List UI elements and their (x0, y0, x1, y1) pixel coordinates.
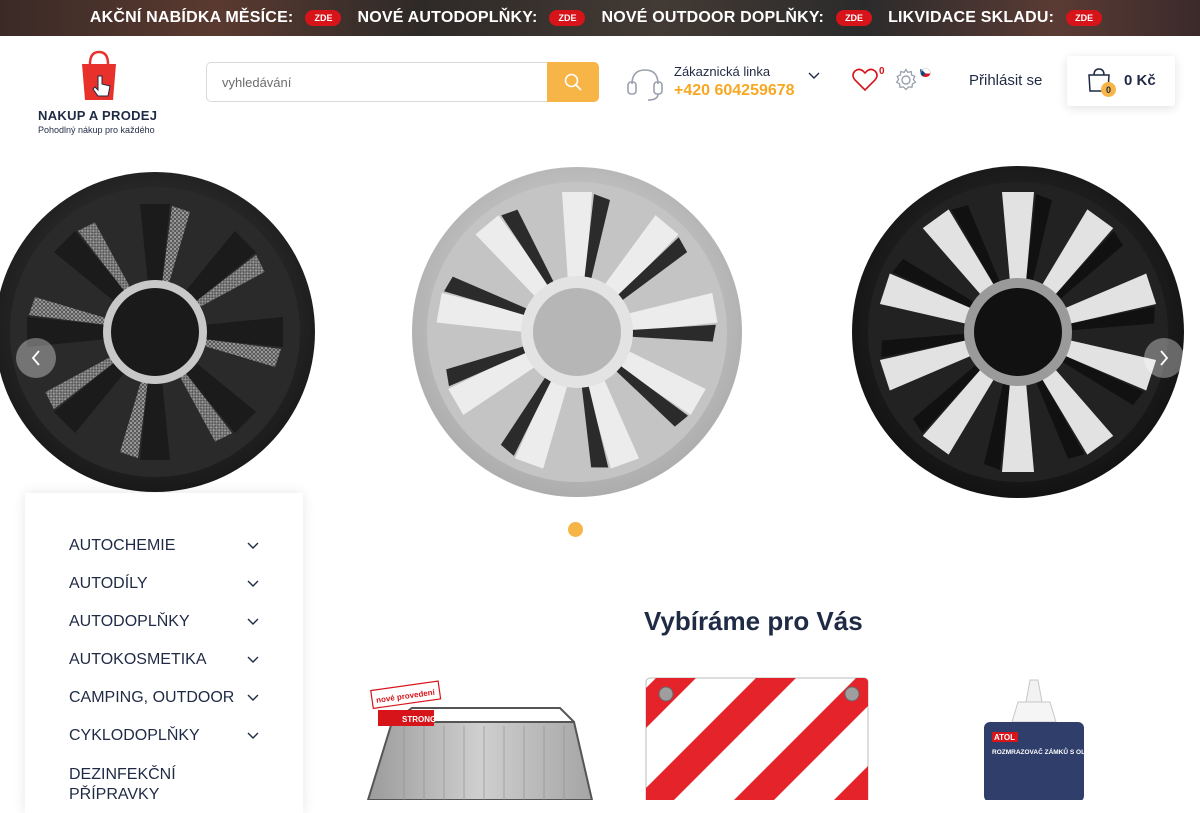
product-card-warning-plate[interactable] (642, 672, 872, 800)
cart-count-badge: 0 (1101, 82, 1116, 97)
category-label[interactable]: AUTODÍLY (69, 575, 148, 592)
chevron-down-icon[interactable] (247, 694, 259, 702)
promo-badge[interactable]: ZDE (1066, 10, 1103, 26)
promo-badge[interactable]: ZDE (305, 10, 342, 26)
site-header: NAKUP A PRODEJ Pohodlný nákup pro každéh… (0, 36, 1200, 146)
chevron-down-icon[interactable] (247, 542, 259, 550)
search-button[interactable] (547, 62, 599, 102)
promo-badge[interactable]: ZDE (549, 10, 586, 26)
category-label[interactable]: DEZINFEKČNÍ PŘÍPRAVKY (69, 766, 176, 803)
promo-text[interactable]: NOVÉ OUTDOOR DOPLŇKY: (601, 9, 824, 27)
section-title: Vybíráme pro Vás (644, 606, 863, 636)
category-sidebar: AUTOCHEMIE AUTODÍLY AUTODOPLŇKY AUTOKOSM… (25, 493, 303, 813)
logo-subtitle: Pohodlný nákup pro každého (38, 125, 155, 135)
slider-next-button[interactable] (1144, 338, 1184, 378)
product-sub-text: STRONG (402, 715, 436, 724)
category-label[interactable]: CAMPING, OUTDOOR (69, 689, 234, 706)
search-icon (564, 73, 582, 91)
cart-button[interactable]: 0 0 Kč (1067, 56, 1175, 106)
promo-text[interactable]: NOVÉ AUTODOPLŇKY: (357, 9, 537, 27)
promo-item-clearance[interactable]: LIKVIDACE SKLADU: ZDE (888, 9, 1110, 27)
support-phone[interactable]: +420 604259678 (674, 82, 795, 100)
gear-icon (895, 68, 917, 91)
promo-badge[interactable]: ZDE (836, 10, 873, 26)
promo-item-monthly-offer[interactable]: AKČNÍ NABÍDKA MĚSÍCE: ZDE (90, 9, 350, 27)
settings-button[interactable] (894, 68, 934, 98)
wheel-cover-image-black-carbon[interactable] (0, 164, 320, 494)
product-card-sunshade[interactable]: nové provedení STRONG (364, 672, 594, 800)
search-input[interactable] (206, 62, 547, 102)
wishlist-button[interactable]: 0 (852, 66, 888, 98)
category-item-autodoplnky[interactable]: AUTODOPLŇKY (69, 613, 269, 631)
chevron-down-icon[interactable] (247, 656, 259, 664)
promo-bar: AKČNÍ NABÍDKA MĚSÍCE: ZDE NOVÉ AUTODOPLŇ… (0, 0, 1200, 36)
shopping-bag-logo-icon (82, 50, 116, 100)
logo-title: NAKUP A PRODEJ (38, 108, 158, 123)
search-bar (206, 62, 599, 102)
product-brand-text: ATOL (994, 733, 1015, 742)
wheel-cover-image-silver-black[interactable] (410, 164, 744, 498)
chevron-right-icon (1160, 350, 1169, 366)
promo-item-new-car-accessories[interactable]: NOVÉ AUTODOPLŇKY: ZDE (357, 9, 593, 27)
wheel-cover-image-black-silver[interactable] (850, 164, 1186, 500)
chevron-down-icon[interactable] (247, 618, 259, 626)
category-label[interactable]: AUTOCHEMIE (69, 537, 175, 554)
czech-flag-icon (920, 66, 931, 77)
category-item-cyklodoplnky[interactable]: CYKLODOPLŇKY (69, 727, 269, 745)
chevron-down-icon[interactable] (247, 732, 259, 740)
category-item-autochemie[interactable]: AUTOCHEMIE (69, 537, 269, 555)
slider-dot-active[interactable] (568, 522, 583, 537)
chevron-down-icon[interactable] (247, 580, 259, 588)
category-label[interactable]: AUTOKOSMETIKA (69, 651, 207, 668)
support-label: Zákaznická linka (674, 64, 771, 79)
headset-icon (627, 69, 663, 101)
site-logo[interactable]: NAKUP A PRODEJ Pohodlný nákup pro každéh… (38, 50, 168, 140)
wishlist-count: 0 (879, 66, 885, 77)
login-link[interactable]: Přihlásit se (969, 72, 1042, 89)
category-item-camping-outdoor[interactable]: CAMPING, OUTDOOR (69, 689, 269, 707)
category-label[interactable]: AUTODOPLŇKY (69, 613, 190, 630)
chevron-down-icon[interactable] (808, 72, 820, 80)
cart-total: 0 Kč (1124, 72, 1156, 89)
customer-support[interactable]: Zákaznická linka +420 604259678 (626, 62, 826, 106)
product-card-lock-deicer[interactable]: ATOL ROZMRAZOVAČ ZÁMKŮ S OLEJEM (920, 672, 1150, 800)
category-item-dezinfekcni-pripravky[interactable]: DEZINFEKČNÍ PŘÍPRAVKY (69, 765, 199, 805)
promo-text[interactable]: AKČNÍ NABÍDKA MĚSÍCE: (90, 9, 294, 27)
product-image-sunshade[interactable]: nové provedení STRONG (364, 672, 594, 800)
category-item-autokosmetika[interactable]: AUTOKOSMETIKA (69, 651, 269, 669)
product-image-lock-deicer[interactable]: ATOL ROZMRAZOVAČ ZÁMKŮ S OLEJEM (920, 672, 1150, 800)
promo-text[interactable]: LIKVIDACE SKLADU: (888, 9, 1054, 27)
product-image-warning-plate[interactable] (642, 672, 872, 800)
hero-slider (0, 146, 1200, 546)
chevron-left-icon (31, 350, 40, 366)
slider-prev-button[interactable] (16, 338, 56, 378)
promo-item-new-outdoor[interactable]: NOVÉ OUTDOOR DOPLŇKY: ZDE (601, 9, 880, 27)
heart-icon (852, 68, 878, 92)
category-label[interactable]: CYKLODOPLŇKY (69, 727, 200, 744)
category-item-autodily[interactable]: AUTODÍLY (69, 575, 269, 593)
